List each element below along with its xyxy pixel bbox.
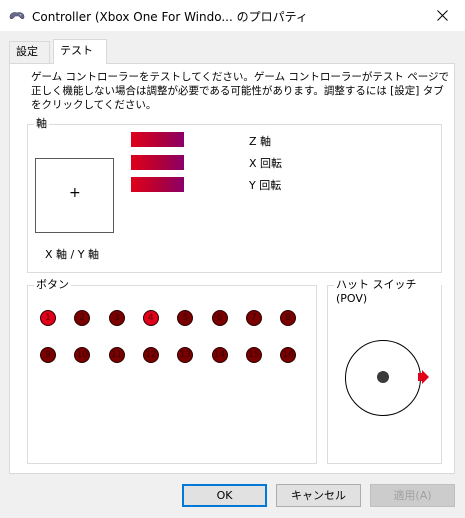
xy-crosshair: + <box>69 185 81 201</box>
button-indicator-15: 15 <box>245 347 262 363</box>
pov-direction-arrow-icon <box>418 370 429 384</box>
close-icon <box>436 10 448 21</box>
x-rotation-label: X 回転 <box>249 157 283 170</box>
button-indicator-11: 11 <box>108 347 125 363</box>
button-indicator-8: 8 <box>280 310 297 326</box>
axes-group-label: 軸 <box>34 117 49 131</box>
button-indicator-6: 6 <box>211 310 228 326</box>
ok-button[interactable]: OK <box>182 484 267 507</box>
pov-group-label: ハット スイッチ (POV) <box>334 278 441 306</box>
y-rotation-bar <box>131 177 184 192</box>
button-indicator-4: 4 <box>142 310 159 326</box>
tab-settings[interactable]: 設定 <box>9 41 50 63</box>
gamepad-icon <box>8 8 26 22</box>
buttons-group-label: ボタン <box>34 278 71 292</box>
window-title: Controller (Xbox One For Windo... のプロパティ <box>32 10 308 24</box>
pov-center-dot <box>377 371 389 383</box>
x-rotation-bar <box>131 155 184 170</box>
button-indicator-3: 3 <box>108 310 125 326</box>
button-indicator-14: 14 <box>211 347 228 363</box>
button-indicator-7: 7 <box>245 310 262 326</box>
button-indicator-9: 9 <box>40 347 56 363</box>
tab-test[interactable]: テスト <box>53 39 107 64</box>
xy-axis-box: + <box>35 158 114 233</box>
z-axis-bar <box>131 132 184 147</box>
button-indicator-1: 1 <box>40 310 56 326</box>
y-rotation-label: Y 回転 <box>249 179 282 192</box>
button-indicator-12: 12 <box>142 347 159 363</box>
button-indicator-16: 16 <box>280 347 297 363</box>
buttons-group: ボタン <box>27 278 317 464</box>
title-bar: Controller (Xbox One For Windo... のプロパティ <box>0 0 465 31</box>
xy-axis-label: X 軸 / Y 軸 <box>45 248 99 261</box>
test-description: ゲーム コントローラーをテストしてください。ゲーム コントローラーがテスト ペー… <box>31 71 450 111</box>
cancel-button[interactable]: キャンセル <box>276 484 361 507</box>
apply-button[interactable]: 適用(A) <box>370 484 455 507</box>
close-button[interactable] <box>419 0 465 31</box>
z-axis-label: Z 軸 <box>249 135 272 148</box>
